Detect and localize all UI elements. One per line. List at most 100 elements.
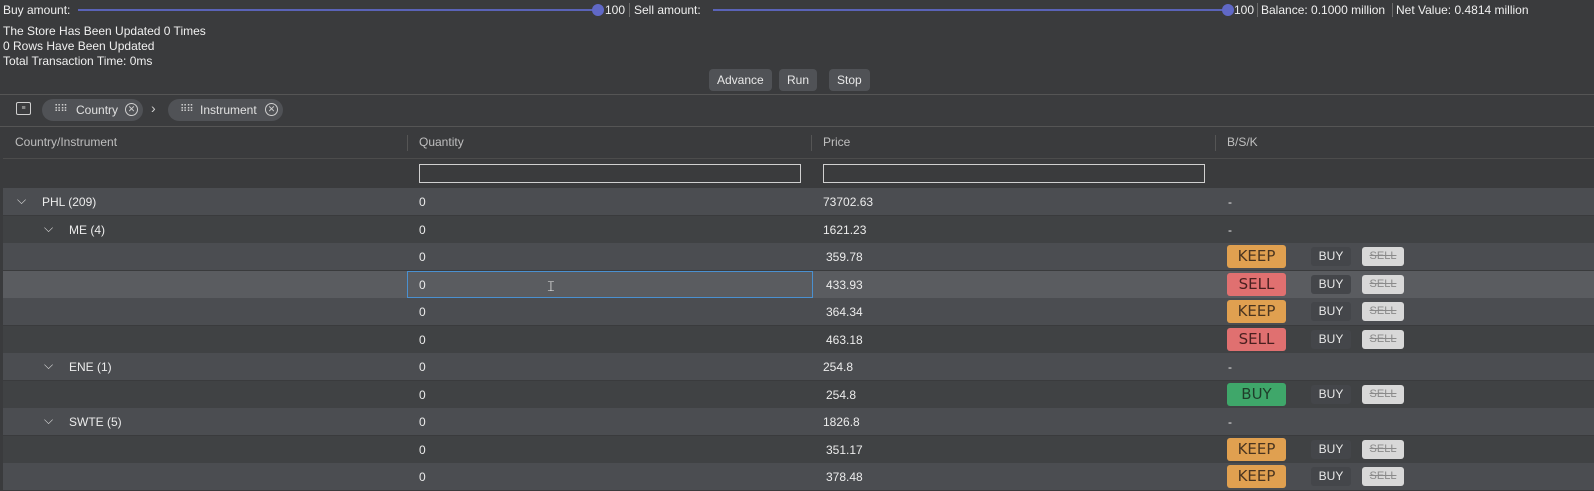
sell-button[interactable]: SELL <box>1362 440 1404 459</box>
text-cursor-icon: 𝙸 <box>546 278 556 294</box>
quantity-cell[interactable]: 0 <box>419 195 426 209</box>
stats-panel: The Store Has Been Updated 0 Times 0 Row… <box>3 24 206 69</box>
buy-amount-slider-track[interactable] <box>78 9 598 11</box>
advance-button[interactable]: Advance <box>709 69 772 91</box>
drag-grip-icon[interactable]: ⠿⠿ <box>54 99 68 121</box>
sell-button[interactable]: SELL <box>1362 247 1404 266</box>
buy-button[interactable]: BUY <box>1311 440 1351 459</box>
table-row[interactable]: 0 433.93 SELL BUY SELL 𝙸 <box>3 271 1594 299</box>
price-cell: 433.93 <box>826 278 863 292</box>
quantity-cell[interactable]: 0 <box>419 470 426 484</box>
group-label: PHL (209) <box>42 195 97 209</box>
quantity-cell[interactable]: 0 <box>419 223 426 237</box>
table-row[interactable]: 0 378.48 KEEP BUY SELL <box>3 463 1594 491</box>
divider <box>629 3 630 17</box>
price-filter-input[interactable] <box>823 164 1205 183</box>
grid-header: Country/Instrument Quantity Price B/S/K <box>3 127 1594 159</box>
chevron-right-icon: › <box>151 100 156 116</box>
sell-button[interactable]: SELL <box>1362 330 1404 349</box>
group-row[interactable]: ⌵ PHL (209) 0 73702.63 - <box>3 188 1594 216</box>
buy-button[interactable]: BUY <box>1311 302 1351 321</box>
group-row[interactable]: ⌵ ME (4) 0 1621.23 - <box>3 216 1594 244</box>
sell-button[interactable]: SELL <box>1362 385 1404 404</box>
group-chip-instrument[interactable]: ⠿⠿ Instrument ✕ <box>168 99 283 121</box>
column-header-bsk[interactable]: B/S/K <box>1227 135 1258 149</box>
recommendation-badge: KEEP <box>1227 465 1286 488</box>
buy-amount-label: Buy amount: <box>3 3 71 17</box>
group-row[interactable]: ⌵ ENE (1) 0 254.8 - <box>3 353 1594 381</box>
recommendation-badge: KEEP <box>1227 438 1286 461</box>
group-label: SWTE (5) <box>69 415 122 429</box>
row-group-panel: ≡ ⠿⠿ Country ✕ › ⠿⠿ Instrument ✕ <box>0 94 1594 127</box>
column-resize-handle[interactable] <box>407 135 408 151</box>
group-panel-icon: ≡ <box>16 102 31 115</box>
close-circle-icon[interactable]: ✕ <box>265 103 278 116</box>
sell-button[interactable]: SELL <box>1362 275 1404 294</box>
quantity-cell[interactable]: 0 <box>419 305 426 319</box>
divider <box>1392 3 1393 17</box>
quantity-cell[interactable]: 0 <box>419 388 426 402</box>
column-header-quantity[interactable]: Quantity <box>419 135 464 149</box>
group-chip-country[interactable]: ⠿⠿ Country ✕ <box>42 99 143 121</box>
quantity-cell[interactable]: 0 <box>419 250 426 264</box>
table-row[interactable]: 0 364.34 KEEP BUY SELL <box>3 298 1594 326</box>
quantity-cell[interactable]: 0 <box>419 360 426 374</box>
quantity-cell-editor[interactable] <box>407 271 813 298</box>
store-updated-text: The Store Has Been Updated 0 Times <box>3 24 206 38</box>
price-cell: 1621.23 <box>823 223 867 237</box>
sell-amount-slider-thumb[interactable] <box>1222 4 1234 16</box>
close-circle-icon[interactable]: ✕ <box>125 103 138 116</box>
table-row[interactable]: 0 463.18 SELL BUY SELL <box>3 326 1594 354</box>
column-header-price[interactable]: Price <box>823 135 850 149</box>
net-value-text: Net Value: 0.4814 million <box>1396 3 1529 17</box>
buy-button[interactable]: BUY <box>1311 275 1351 294</box>
sell-amount-slider-track[interactable] <box>713 9 1233 11</box>
sell-button[interactable]: SELL <box>1362 467 1404 486</box>
price-cell: 364.34 <box>826 305 863 319</box>
sell-amount-value: 100 <box>1234 3 1255 17</box>
bsk-cell: - <box>1228 195 1232 209</box>
price-cell: 463.18 <box>826 333 863 347</box>
recommendation-badge: KEEP <box>1227 300 1286 323</box>
run-button[interactable]: Run <box>779 69 818 91</box>
group-chip-label: Country <box>76 103 119 117</box>
buy-amount-slider-thumb[interactable] <box>592 4 604 16</box>
table-row[interactable]: 0 359.78 KEEP BUY SELL <box>3 243 1594 271</box>
buy-button[interactable]: BUY <box>1311 385 1351 404</box>
chevron-down-icon[interactable]: ⌵ <box>17 193 26 208</box>
group-label: ME (4) <box>69 223 105 237</box>
recommendation-badge: SELL <box>1227 328 1286 351</box>
table-row[interactable]: 0 254.8 BUY BUY SELL <box>3 381 1594 409</box>
group-label: ENE (1) <box>69 360 112 374</box>
price-cell: 378.48 <box>826 470 863 484</box>
column-resize-handle[interactable] <box>1215 135 1216 151</box>
chevron-down-icon[interactable]: ⌵ <box>44 358 53 373</box>
quantity-filter-input[interactable] <box>419 164 801 183</box>
recommendation-badge: BUY <box>1227 383 1286 406</box>
quantity-cell[interactable]: 0 <box>419 443 426 457</box>
quantity-cell[interactable]: 0 <box>419 333 426 347</box>
group-row[interactable]: ⌵ SWTE (5) 0 1826.8 - <box>3 408 1594 436</box>
column-resize-handle[interactable] <box>811 135 812 151</box>
chevron-down-icon[interactable]: ⌵ <box>44 221 53 236</box>
sell-amount-label: Sell amount: <box>634 3 701 17</box>
rows-updated-text: 0 Rows Have Been Updated <box>3 39 155 53</box>
sell-button[interactable]: SELL <box>1362 302 1404 321</box>
toolbar: Buy amount: 100 Sell amount: 100 Balance… <box>0 0 1594 19</box>
bsk-cell: - <box>1228 360 1232 374</box>
buy-button[interactable]: BUY <box>1311 247 1351 266</box>
stop-button[interactable]: Stop <box>829 69 870 91</box>
recommendation-badge: KEEP <box>1227 245 1286 268</box>
buy-button[interactable]: BUY <box>1311 467 1351 486</box>
table-row[interactable]: 0 351.17 KEEP BUY SELL <box>3 436 1594 464</box>
quantity-cell[interactable]: 0 <box>419 278 426 292</box>
price-cell: 1826.8 <box>823 415 860 429</box>
price-cell: 359.78 <box>826 250 863 264</box>
buy-button[interactable]: BUY <box>1311 330 1351 349</box>
drag-grip-icon[interactable]: ⠿⠿ <box>180 99 194 121</box>
price-cell: 254.8 <box>823 360 854 374</box>
column-header-country-instrument[interactable]: Country/Instrument <box>15 135 117 149</box>
recommendation-badge: SELL <box>1227 273 1286 296</box>
quantity-cell[interactable]: 0 <box>419 415 426 429</box>
chevron-down-icon[interactable]: ⌵ <box>44 413 53 428</box>
